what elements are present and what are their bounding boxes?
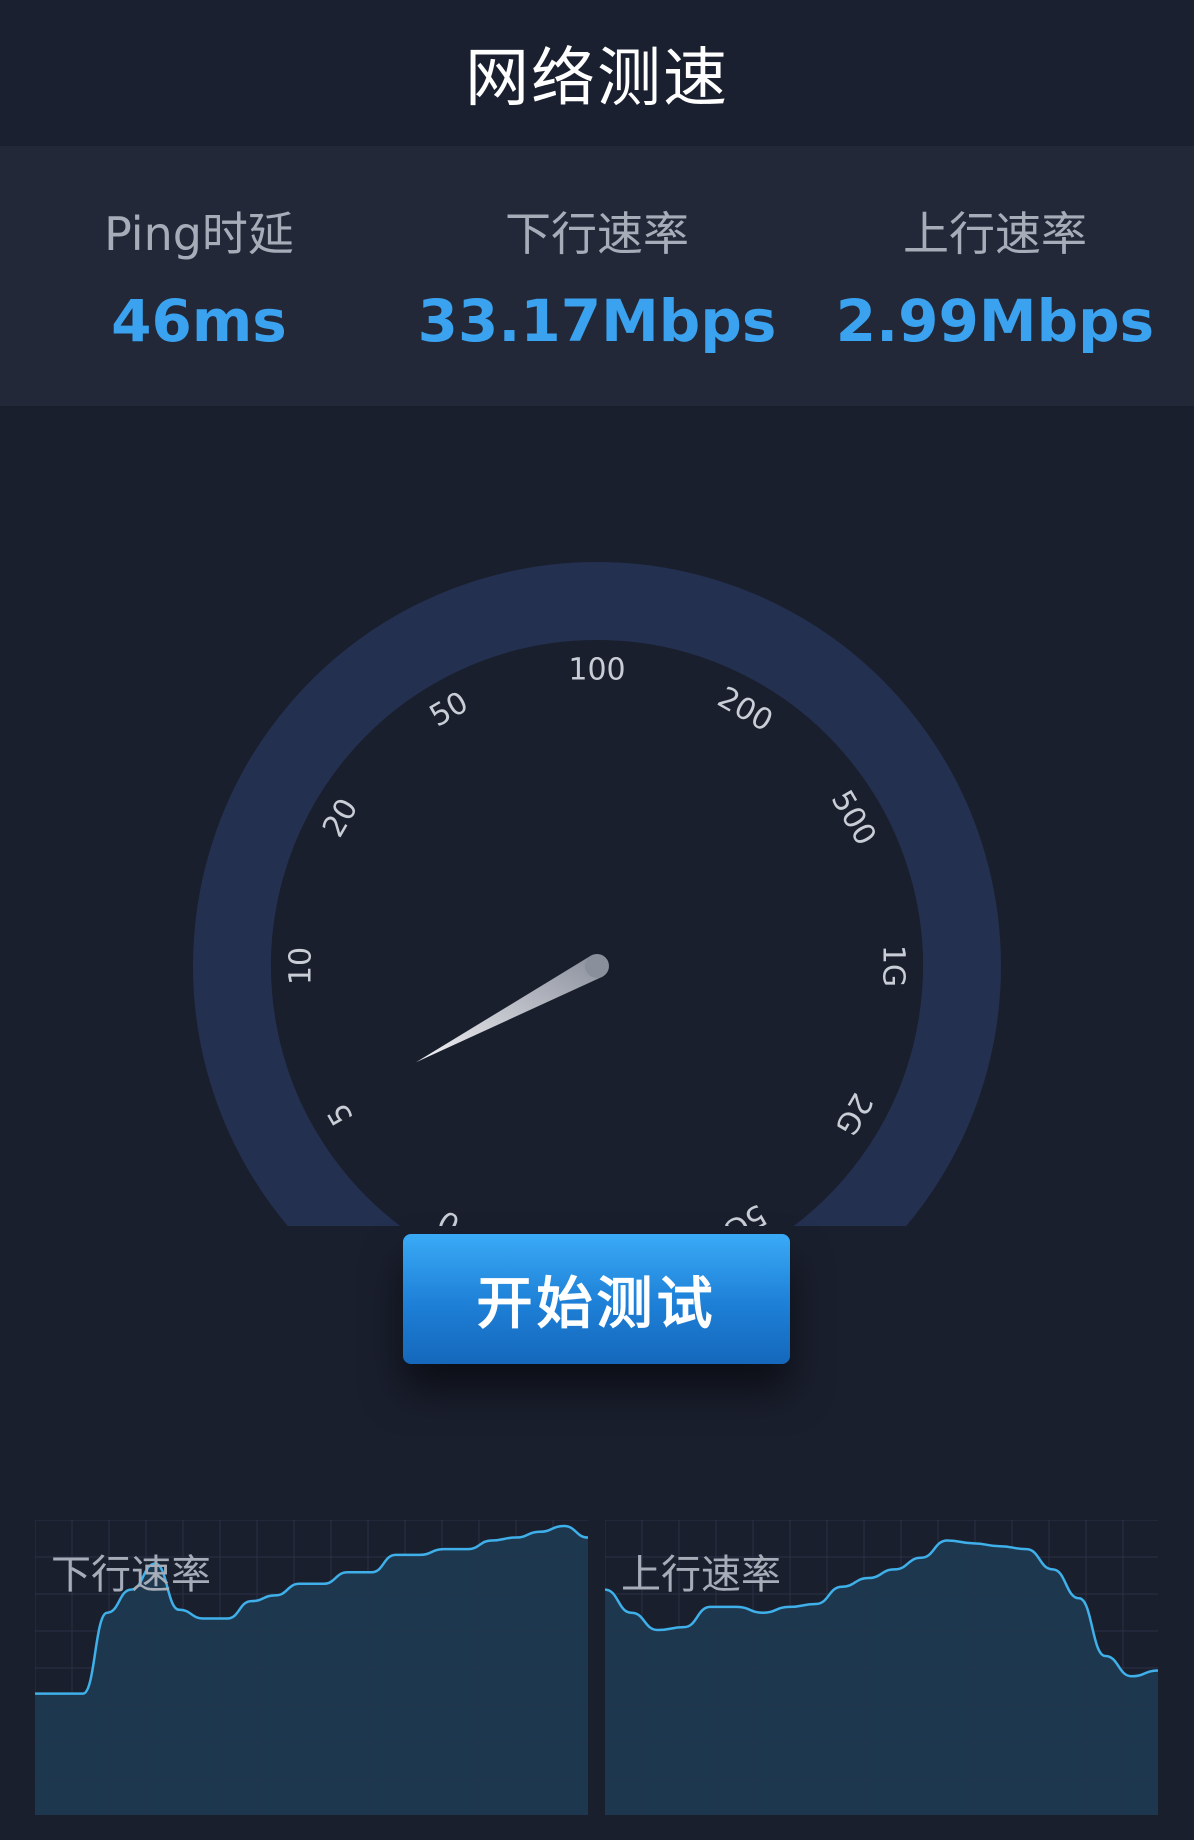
stat-ping-value: 46ms xyxy=(111,287,287,355)
stat-upload-value: 2.99Mbps xyxy=(835,287,1155,355)
gauge-dial: 0 5 10 20 50 100 200 500 1G 2G 5G xyxy=(193,562,1001,1226)
upload-chart: 上行速率 xyxy=(605,1520,1158,1815)
stat-ping-label: Ping时延 xyxy=(104,207,294,261)
gauge-label-0: 0 xyxy=(432,1202,466,1226)
gauge-label-5: 5 xyxy=(321,1097,361,1131)
gauge-label-200: 200 xyxy=(711,680,778,739)
gauge-label-1g: 1G xyxy=(876,945,911,987)
upload-chart-label: 上行速率 xyxy=(621,1552,781,1598)
gauge-needle-hub xyxy=(585,954,609,978)
header-bar: 网络测速 xyxy=(0,0,1194,146)
stat-ping: Ping时延 46ms xyxy=(0,146,398,406)
download-chart-label: 下行速率 xyxy=(51,1552,211,1598)
gauge-needle xyxy=(415,955,603,1063)
gauge-label-2g: 2G xyxy=(828,1087,879,1141)
gauge-label-5g: 5G xyxy=(718,1197,772,1226)
gauge-label-100: 100 xyxy=(568,653,625,688)
speed-gauge: 0 5 10 20 50 100 200 500 1G 2G 5G xyxy=(0,406,1194,1226)
stat-download-label: 下行速率 xyxy=(505,207,689,261)
start-test-button[interactable]: 开始测试 xyxy=(403,1234,790,1364)
page-title: 网络测速 xyxy=(465,42,729,116)
gauge-label-50: 50 xyxy=(424,685,475,734)
stat-download: 下行速率 33.17Mbps xyxy=(398,146,796,406)
stat-upload-label: 上行速率 xyxy=(903,207,1087,261)
gauge-label-10: 10 xyxy=(284,947,319,985)
download-chart: 下行速率 xyxy=(35,1520,588,1815)
gauge-label-20: 20 xyxy=(316,793,365,844)
gauge-label-500: 500 xyxy=(824,784,883,851)
stat-upload: 上行速率 2.99Mbps xyxy=(796,146,1194,406)
stat-download-value: 33.17Mbps xyxy=(417,287,777,355)
stats-panel: Ping时延 46ms 下行速率 33.17Mbps 上行速率 2.99Mbps xyxy=(0,146,1194,406)
